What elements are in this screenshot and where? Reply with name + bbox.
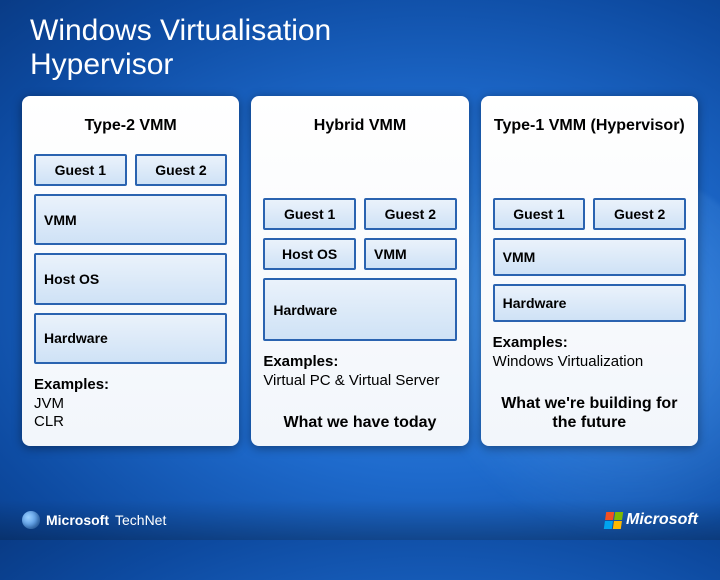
type2-examples-label: Examples: xyxy=(34,376,227,395)
hybrid-vmm-box: VMM xyxy=(364,238,457,270)
columns-container: Type-2 VMM Guest 1 Guest 2 VMM Host OS H… xyxy=(0,88,720,446)
globe-icon xyxy=(22,511,40,529)
hybrid-spacer xyxy=(263,154,456,190)
type1-example-text: Windows Virtualization xyxy=(493,353,686,372)
column-type1-title: Type-1 VMM (Hypervisor) xyxy=(493,106,686,146)
type1-examples: Examples: Windows Virtualization xyxy=(493,330,686,372)
type1-guest-row: Guest 1 Guest 2 xyxy=(493,198,686,230)
column-type2-title: Type-2 VMM xyxy=(34,106,227,146)
hybrid-example-text: Virtual PC & Virtual Server xyxy=(263,372,456,391)
type1-hardware-box: Hardware xyxy=(493,284,686,322)
footer-brand: Microsoft xyxy=(46,512,109,528)
slide-header: Windows Virtualisation Hypervisor xyxy=(0,0,720,88)
type2-guest1-box: Guest 1 xyxy=(34,154,127,186)
slide-footer: Microsoft TechNet Microsoft xyxy=(0,500,720,540)
type1-spacer xyxy=(493,154,686,190)
hybrid-examples: Examples: Virtual PC & Virtual Server xyxy=(263,349,456,391)
type1-vmm-box: VMM xyxy=(493,238,686,276)
type1-guest2-box: Guest 2 xyxy=(593,198,686,230)
type1-guest1-box: Guest 1 xyxy=(493,198,586,230)
slide-title: Windows Virtualisation xyxy=(30,14,720,48)
column-type2: Type-2 VMM Guest 1 Guest 2 VMM Host OS H… xyxy=(22,96,239,446)
hybrid-hostos-box: Host OS xyxy=(263,238,356,270)
type2-hardware-box: Hardware xyxy=(34,313,227,364)
type2-vmm-box: VMM xyxy=(34,194,227,245)
microsoft-logo: Microsoft xyxy=(605,511,698,529)
hybrid-guest2-box: Guest 2 xyxy=(364,198,457,230)
hybrid-guest-row: Guest 1 Guest 2 xyxy=(263,198,456,230)
type2-example-1: JVM xyxy=(34,395,227,414)
column-hybrid: Hybrid VMM Guest 1 Guest 2 Host OS VMM H… xyxy=(251,96,468,446)
footer-company: Microsoft xyxy=(626,511,698,529)
column-type1: Type-1 VMM (Hypervisor) Guest 1 Guest 2 … xyxy=(481,96,698,446)
type2-guest-row: Guest 1 Guest 2 xyxy=(34,154,227,186)
hybrid-hardware-box: Hardware xyxy=(263,278,456,341)
type1-callout: What we're building for the future xyxy=(493,394,686,432)
hybrid-guest1-box: Guest 1 xyxy=(263,198,356,230)
type2-hostos-box: Host OS xyxy=(34,253,227,304)
column-hybrid-title: Hybrid VMM xyxy=(263,106,456,146)
footer-sub-brand: TechNet xyxy=(115,512,166,528)
type2-examples: Examples: JVM CLR xyxy=(34,372,227,432)
technet-logo: Microsoft TechNet xyxy=(22,511,166,529)
hybrid-examples-label: Examples: xyxy=(263,353,456,372)
windows-flag-icon xyxy=(604,512,623,529)
type2-guest2-box: Guest 2 xyxy=(135,154,228,186)
hybrid-vmm-row: Host OS VMM xyxy=(263,238,456,270)
slide-subtitle: Hypervisor xyxy=(30,48,720,82)
type2-example-2: CLR xyxy=(34,413,227,432)
type1-examples-label: Examples: xyxy=(493,334,686,353)
hybrid-callout: What we have today xyxy=(263,413,456,432)
